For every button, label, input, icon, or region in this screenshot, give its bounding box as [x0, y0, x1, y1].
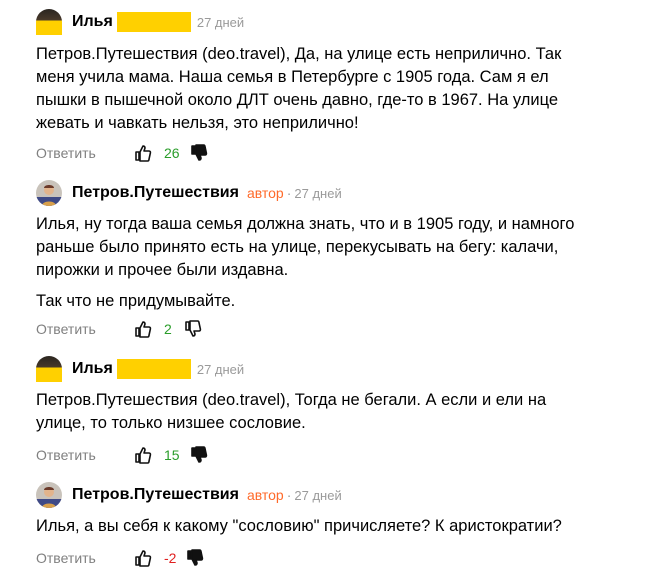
comment-date: 27 дней	[196, 14, 245, 30]
comment-paragraph: Так что не придумывайте.	[36, 292, 236, 310]
author-name[interactable]: Петров.Путешествия	[72, 486, 239, 504]
thumbs-down-icon[interactable]	[184, 320, 202, 338]
comment-date: 27 дней	[294, 185, 342, 201]
avatar[interactable]	[36, 9, 62, 35]
thumbs-down-icon[interactable]	[190, 446, 208, 464]
avatar[interactable]	[36, 356, 62, 382]
reply-button[interactable]: Ответить	[36, 321, 134, 337]
comment-date: 27 дней	[294, 487, 342, 503]
comment-actions: Ответить 26	[36, 141, 208, 165]
comment-actions: Ответить -2	[36, 546, 204, 570]
comment-header: Петров.Путешествия автор · 27 дней	[36, 180, 342, 206]
reply-button[interactable]: Ответить	[36, 550, 134, 566]
author-name[interactable]: Илья	[72, 13, 113, 31]
comment-text: Илья, ну тогда ваша семья должна знать, …	[36, 213, 596, 313]
comment-header: Илья 27 дней	[36, 356, 245, 382]
author-name[interactable]: Илья	[72, 360, 113, 378]
likes-count: 26	[164, 145, 180, 161]
comment-actions: Ответить 2	[36, 317, 202, 341]
avatar[interactable]	[36, 482, 62, 508]
thumbs-up-icon[interactable]	[134, 446, 152, 464]
comment-paragraph: Петров.Путешествия (deo.travel), Да, на …	[36, 45, 562, 132]
likes-count: -2	[164, 550, 177, 566]
comment-actions: Ответить 15	[36, 443, 208, 467]
separator-dot: ·	[286, 185, 292, 201]
thumbs-up-icon[interactable]	[134, 549, 152, 567]
separator-dot: ·	[286, 487, 292, 503]
comment-text: Петров.Путешествия (deo.travel), Тогда н…	[36, 389, 596, 435]
comment-header: Илья 27 дней	[36, 9, 245, 35]
likes-count: 2	[164, 321, 172, 337]
reply-button[interactable]: Ответить	[36, 145, 134, 161]
comment-text: Илья, а вы себя к какому "сословию" прич…	[36, 515, 596, 538]
author-badge: автор	[246, 487, 284, 503]
comment-paragraph: Петров.Путешествия (deo.travel), Тогда н…	[36, 391, 547, 432]
comment-date: 27 дней	[196, 361, 245, 377]
likes-count: 15	[164, 447, 180, 463]
comment-paragraph: Илья, ну тогда ваша семья должна знать, …	[36, 215, 575, 279]
author-name[interactable]: Петров.Путешествия	[72, 184, 239, 202]
comment-header: Петров.Путешествия автор · 27 дней	[36, 482, 342, 508]
comment-text: Петров.Путешествия (deo.travel), Да, на …	[36, 43, 596, 135]
thumbs-up-icon[interactable]	[134, 320, 152, 338]
redacted-surname	[116, 12, 191, 32]
avatar[interactable]	[36, 180, 62, 206]
comment-paragraph: Илья, а вы себя к какому "сословию" прич…	[36, 517, 562, 535]
reply-button[interactable]: Ответить	[36, 447, 134, 463]
redacted-surname	[116, 359, 191, 379]
author-badge: автор	[246, 185, 284, 201]
thumbs-down-icon[interactable]	[186, 549, 204, 567]
thumbs-down-icon[interactable]	[190, 144, 208, 162]
thumbs-up-icon[interactable]	[134, 144, 152, 162]
